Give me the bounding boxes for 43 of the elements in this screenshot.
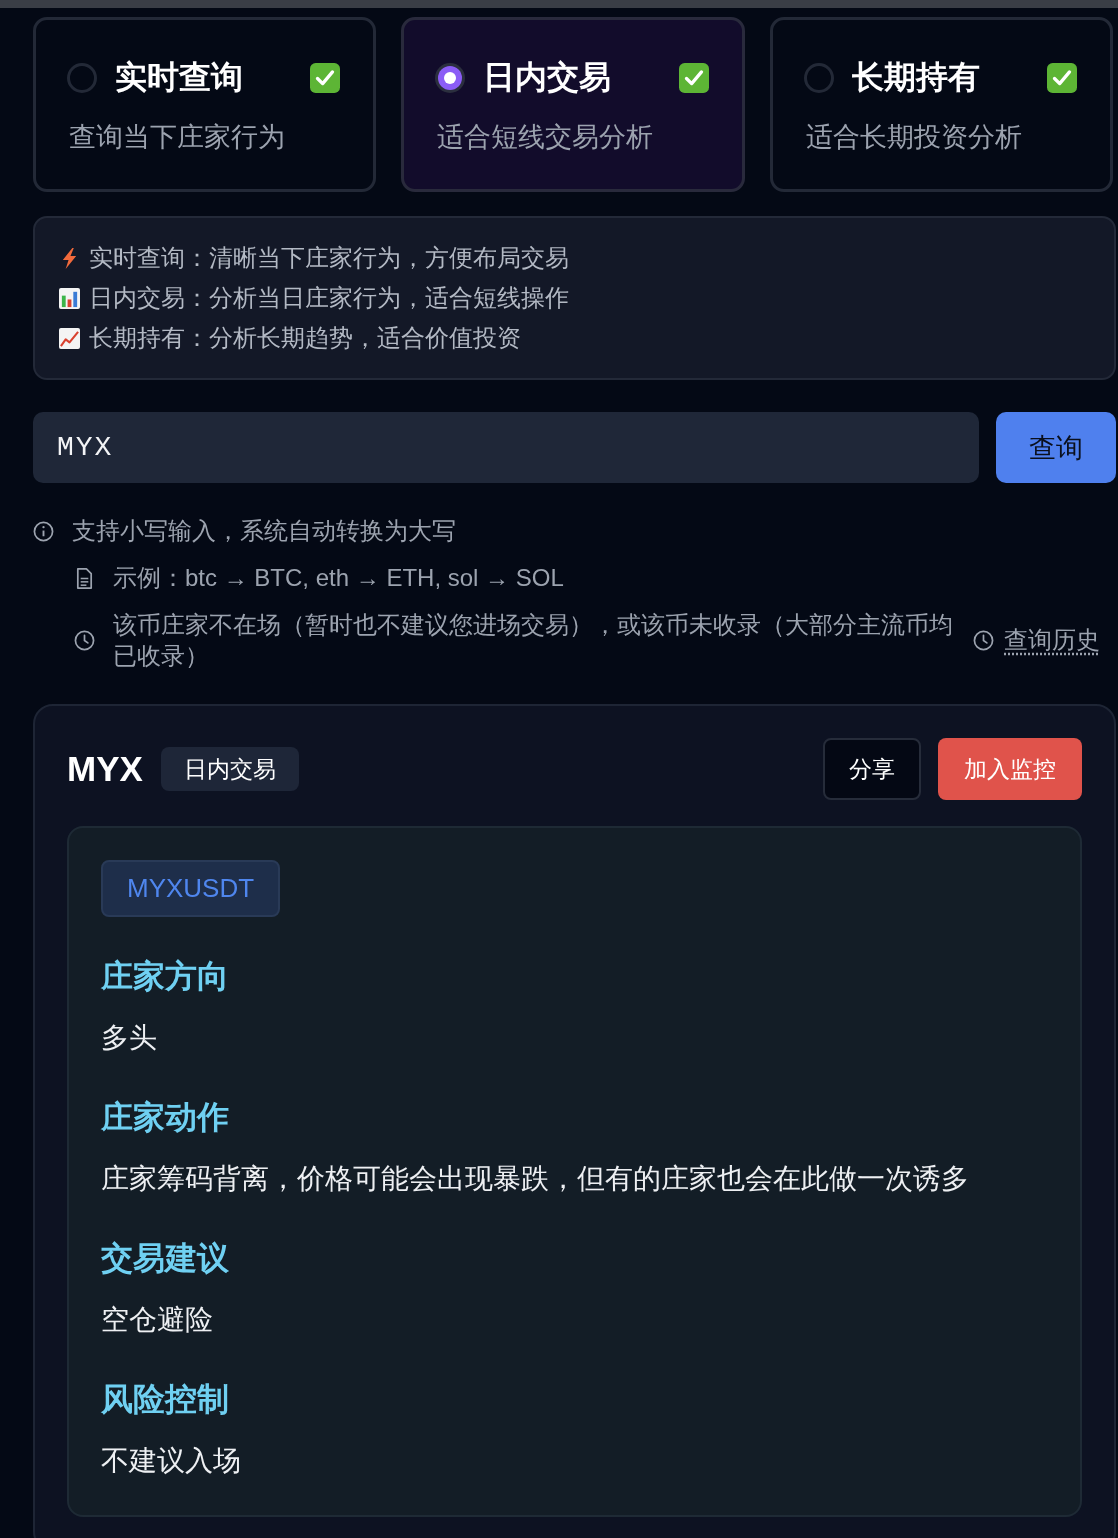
section-text: 不建议入场 — [101, 1444, 241, 1478]
info-text: 长期持有：分析长期趋势，适合价值投资 — [89, 324, 521, 353]
add-watch-button[interactable]: 加入监控 — [938, 738, 1082, 800]
mode-description: 查询当下庄家行为 — [69, 121, 286, 154]
mode-title: 日内交易 — [483, 58, 612, 97]
bar-chart-icon — [59, 287, 80, 309]
radio-button[interactable] — [435, 63, 465, 93]
mode-tag: 日内交易 — [160, 747, 299, 791]
mode-title: 实时查询 — [115, 58, 244, 97]
hint-text: 示例：btc → BTC, eth → ETH, sol → SOL — [113, 563, 564, 593]
clock-icon — [74, 629, 95, 651]
share-button[interactable]: 分享 — [823, 738, 921, 800]
section-heading: 风险控制 — [101, 1380, 230, 1419]
info-text: 日内交易：分析当日庄家行为，适合短线操作 — [89, 284, 569, 313]
radio-button[interactable] — [67, 63, 97, 93]
symbol-input[interactable]: MYX — [33, 412, 979, 483]
section-text: 多头 — [101, 1021, 158, 1055]
section-heading: 交易建议 — [101, 1239, 229, 1278]
history-link[interactable]: 查询历史 — [1004, 624, 1100, 656]
checkmark-icon — [310, 63, 340, 93]
mode-card[interactable]: 实时查询 查询当下庄家行为 — [33, 17, 376, 192]
mode-description: 适合长期投资分析 — [806, 121, 1023, 154]
section-heading: 庄家方向 — [101, 957, 229, 996]
checkmark-icon — [1047, 63, 1077, 93]
mode-title: 长期持有 — [852, 58, 981, 97]
mode-card[interactable]: 日内交易 适合短线交易分析 — [401, 17, 745, 192]
symbol-title: MYX — [67, 749, 143, 789]
pair-tag: MYXUSDT — [101, 860, 281, 917]
info-text: 实时查询：清晰当下庄家行为，方便布局交易 — [89, 244, 569, 273]
hint-text: 支持小写输入，系统自动转换为大写 — [72, 516, 456, 546]
radio-button[interactable] — [804, 63, 834, 93]
checkmark-icon — [679, 63, 709, 93]
section-heading: 庄家动作 — [101, 1098, 230, 1137]
mode-description: 适合短线交易分析 — [437, 121, 654, 154]
info-icon — [33, 520, 54, 542]
mode-card[interactable]: 长期持有 适合长期投资分析 — [770, 17, 1113, 192]
hint-text: 该币庄家不在场（暂时也不建议您进场交易），或该币未收录（大部分主流币均已收录） — [113, 610, 954, 671]
clock-icon — [973, 629, 994, 651]
query-button[interactable]: 查询 — [996, 412, 1116, 483]
document-icon — [74, 567, 95, 589]
section-text: 空仓避险 — [101, 1303, 214, 1337]
line-chart-icon — [59, 327, 80, 349]
section-text: 庄家筹码背离，价格可能会出现暴跌，但有的庄家也会在此做一次诱多 — [101, 1162, 969, 1196]
